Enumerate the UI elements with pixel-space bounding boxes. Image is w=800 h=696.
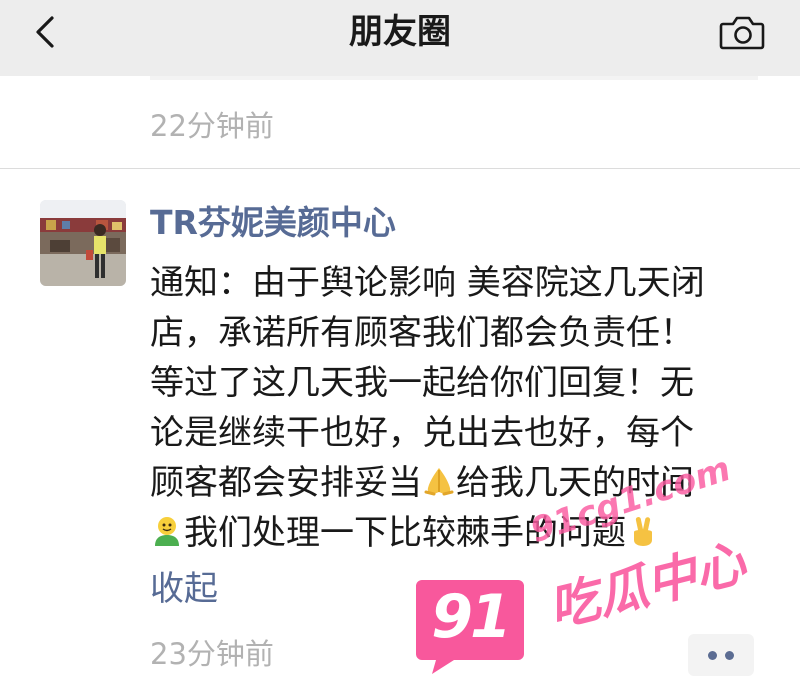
post-line: 通知：由于舆论影响 美容院这几天闭 bbox=[150, 263, 705, 303]
post-line: 店，承诺所有顾客我们都会负责任！ bbox=[150, 313, 694, 353]
post-line-5-end: 给我几天的时间 bbox=[456, 463, 694, 503]
more-dots-icon bbox=[725, 651, 734, 660]
post-divider bbox=[0, 168, 800, 169]
person-emoji bbox=[155, 517, 179, 546]
camera-button[interactable] bbox=[716, 10, 768, 54]
more-dots-icon bbox=[708, 651, 717, 660]
post-line-6-text: 我们处理一下比较棘手的问题 bbox=[184, 513, 626, 553]
post-line: 我们处理一下比较棘手的问题 bbox=[150, 508, 770, 558]
camera-icon bbox=[719, 16, 765, 50]
post-line: 等过了这几天我一起给你们回复！无 bbox=[150, 363, 694, 403]
post-time: 23分钟前 bbox=[150, 637, 274, 671]
author-name[interactable]: TR芬妮美颜中心 bbox=[150, 200, 396, 246]
victory-hand-emoji bbox=[634, 517, 652, 546]
watermark-bubble bbox=[416, 580, 524, 674]
post-line-5-start: 顾客都会安排妥当 bbox=[150, 463, 422, 503]
avatar-photo bbox=[40, 200, 126, 286]
page-title: 朋友圈 bbox=[349, 12, 451, 52]
watermark-badge: 91 bbox=[431, 582, 512, 652]
nav-bar: 朋友圈 bbox=[0, 0, 800, 76]
post-line: 顾客都会安排妥当 给我几天的时间 bbox=[150, 458, 770, 508]
pray-emoji bbox=[424, 468, 454, 496]
previous-post-time: 22分钟前 bbox=[150, 109, 274, 143]
post-text: 通知：由于舆论影响 美容院这几天闭 店，承诺所有顾客我们都会负责任！ 等过了这几… bbox=[150, 258, 770, 558]
avatar[interactable] bbox=[40, 200, 126, 286]
more-button[interactable] bbox=[688, 634, 754, 676]
post-line: 论是继续干也好，兑出去也好，每个 bbox=[150, 413, 694, 453]
previous-comment-box bbox=[150, 76, 758, 80]
collapse-link[interactable]: 收起 bbox=[150, 566, 218, 612]
